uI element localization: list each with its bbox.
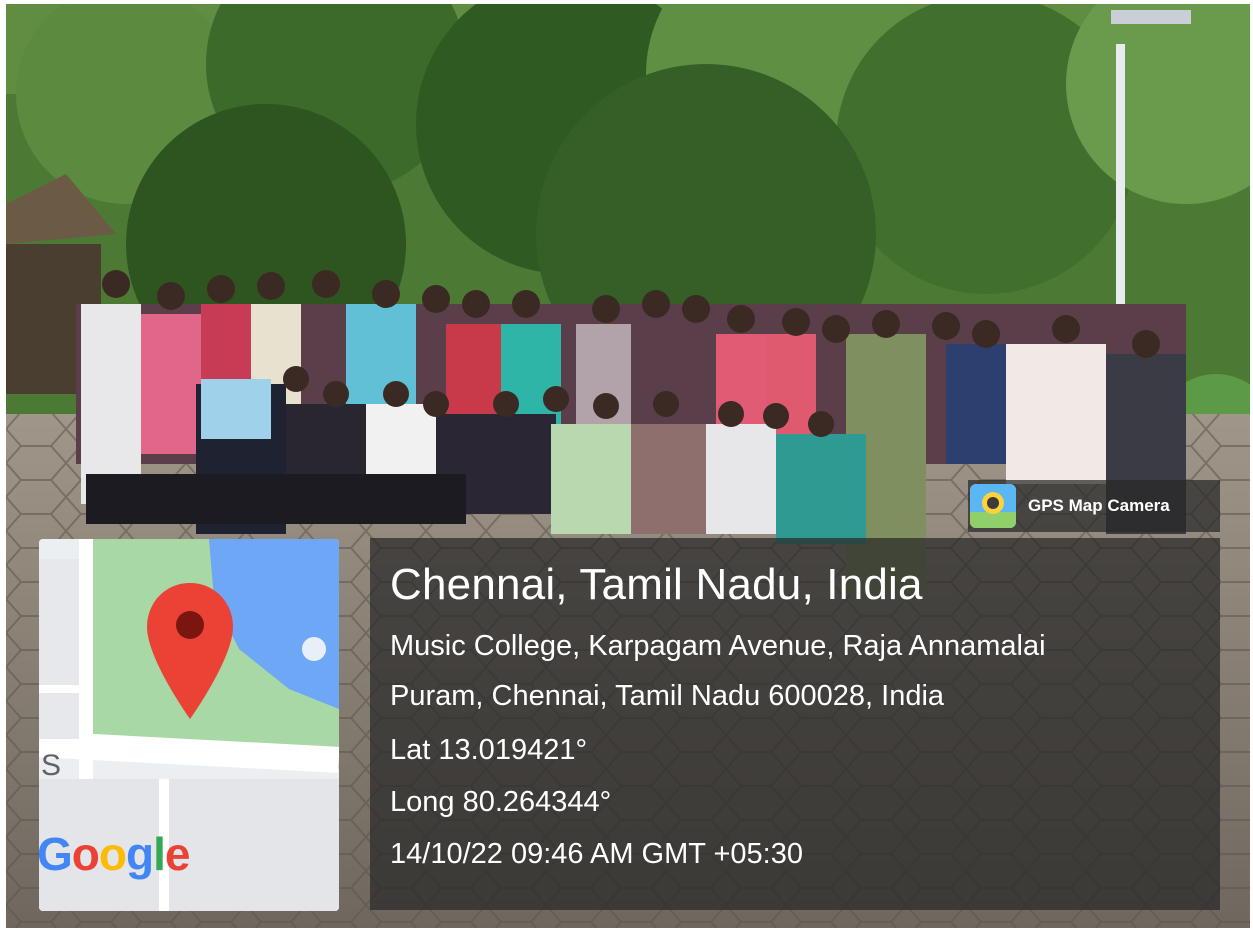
google-logo-letter: o <box>98 828 127 880</box>
address-line-1: Music College, Karpagam Avenue, Raja Ann… <box>390 630 1046 662</box>
location-map: S Google <box>39 539 339 911</box>
google-logo-letter: o <box>71 828 100 880</box>
google-logo: Google <box>39 827 191 881</box>
app-badge: GPS Map Camera <box>968 480 1220 532</box>
gps-camera-app-icon <box>970 484 1016 528</box>
google-logo-letter: g <box>126 828 154 880</box>
map-pin-icon <box>147 583 233 719</box>
google-logo-letter: G <box>39 828 73 880</box>
photo-frame: GPS Map Camera S Google Chennai, Tamil N… <box>0 0 1253 932</box>
latitude-readout: Lat 13.019421° <box>390 734 588 766</box>
city-label: Chennai, Tamil Nadu, India <box>390 560 923 609</box>
badge-label: GPS Map Camera <box>1028 496 1170 515</box>
lamp-post <box>1116 44 1125 334</box>
google-logo-letter: e <box>164 828 191 880</box>
timestamp-readout: 14/10/22 09:46 AM GMT +05:30 <box>390 838 803 870</box>
location-info-panel: Chennai, Tamil Nadu, India Music College… <box>370 538 1220 910</box>
google-logo-letter: l <box>153 828 166 880</box>
longitude-readout: Long 80.264344° <box>390 786 612 818</box>
map-edge-label: S <box>41 749 62 782</box>
address-line-2: Puram, Chennai, Tamil Nadu 600028, India <box>390 680 945 712</box>
